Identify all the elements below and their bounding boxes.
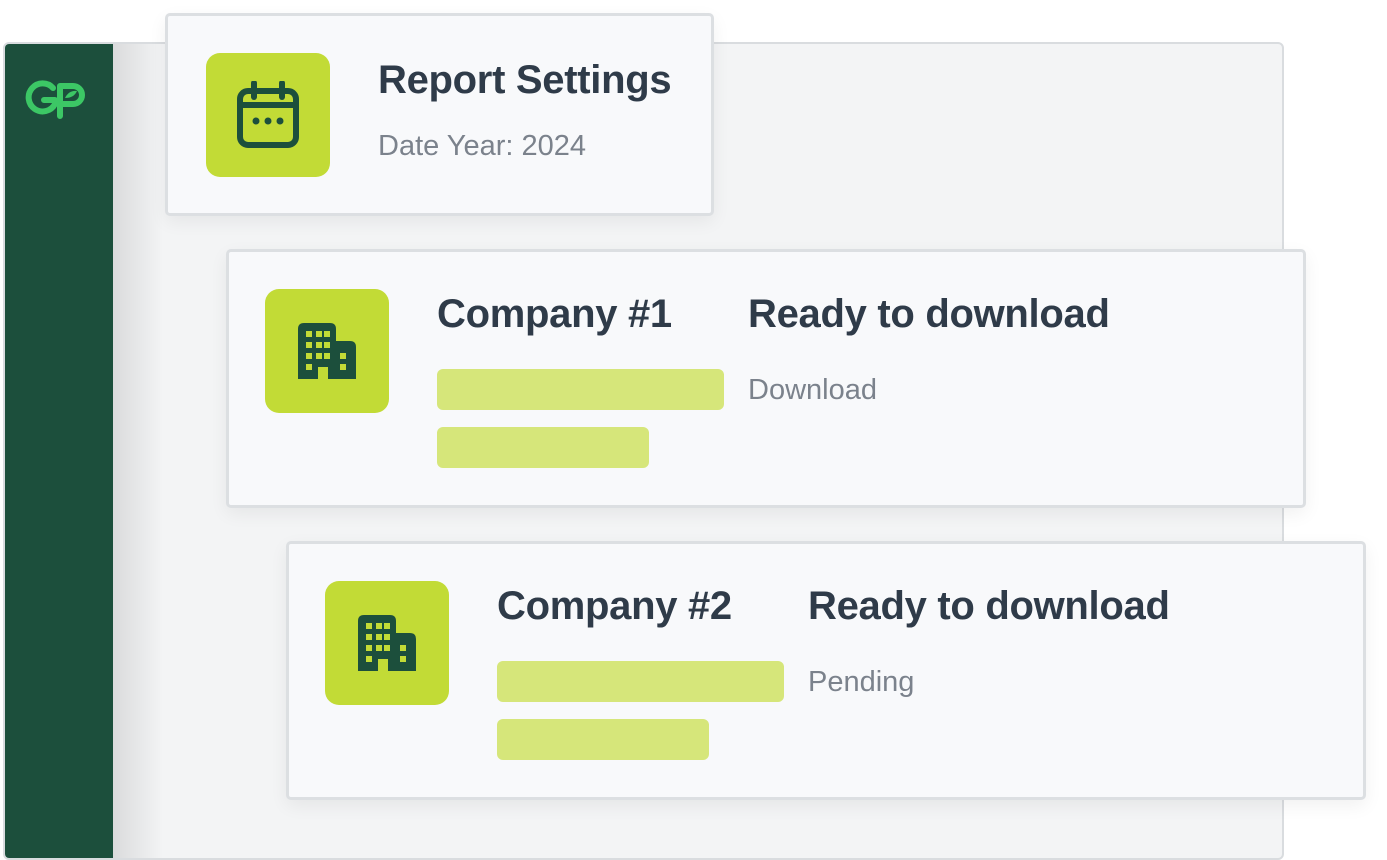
report-settings-card[interactable]: Report Settings Date Year: 2024 xyxy=(165,13,714,216)
report-date-year: Date Year: 2024 xyxy=(378,130,587,162)
stage: Report Settings Date Year: 2024 Company … xyxy=(0,0,1387,860)
status-title: Ready to download xyxy=(808,584,1170,628)
sidebar xyxy=(5,44,113,858)
placeholder-bar xyxy=(437,427,649,468)
building-icon xyxy=(265,289,389,413)
company-card-1[interactable]: Company #1 Ready to download Download xyxy=(226,249,1306,508)
building-icon xyxy=(325,581,449,705)
gp-logo-icon[interactable] xyxy=(25,80,89,120)
company-name: Company #2 xyxy=(497,584,732,628)
placeholder-bar xyxy=(497,661,784,702)
company-name: Company #1 xyxy=(437,292,672,336)
sidebar-shadow xyxy=(113,44,163,858)
calendar-icon xyxy=(206,53,330,177)
placeholder-bar xyxy=(497,719,709,760)
company-card-2[interactable]: Company #2 Ready to download Pending xyxy=(286,541,1366,800)
status-title: Ready to download xyxy=(748,292,1110,336)
report-settings-title: Report Settings xyxy=(378,58,672,102)
placeholder-bar xyxy=(437,369,724,410)
download-link[interactable]: Download xyxy=(748,374,877,407)
pending-status: Pending xyxy=(808,666,915,698)
